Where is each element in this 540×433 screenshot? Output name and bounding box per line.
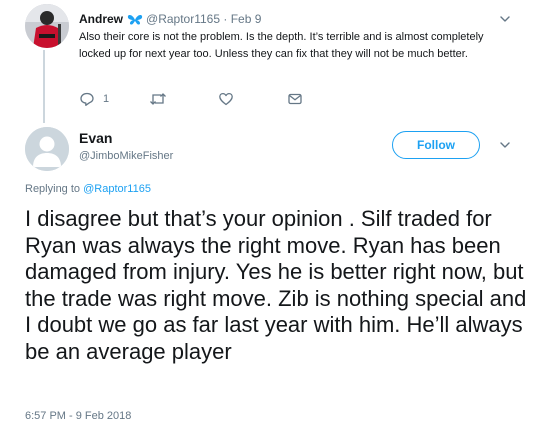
author-handle[interactable]: @JimboMikeFisher [79,150,173,162]
tweet-date[interactable]: Feb 9 [231,12,262,26]
author-handle[interactable]: @Raptor1165 [146,12,220,26]
avatar[interactable] [25,4,69,48]
parent-tweet-text: Also their core is not the problem. Is t… [79,31,484,60]
reply-icon [79,91,95,107]
avatar-photo-icon [25,4,69,48]
like-button[interactable] [218,91,287,107]
thread-connector-line [43,50,45,123]
author-name[interactable]: Evan [79,130,112,146]
replying-to-prefix: Replying to [25,183,81,195]
avatar[interactable] [25,127,69,171]
parent-tweet-header: Andrew @Raptor1165 · Feb 9 [79,12,261,28]
reply-button[interactable]: 1 [79,91,149,107]
main-tweet-text: I disagree but that’s your opinion . Sil… [25,206,527,364]
dm-icon [287,91,303,107]
default-avatar-icon [25,127,69,171]
tweet-timestamp[interactable]: 6:57 PM - 9 Feb 2018 [25,410,131,422]
author-name[interactable]: Andrew [79,12,123,26]
retweet-button[interactable] [149,91,218,107]
like-icon [218,91,234,107]
replying-to: Replying to @Raptor1165 [25,183,151,195]
retweet-icon [149,91,167,107]
butterfly-badge-icon [127,14,143,28]
parent-tweet-actions: 1 [79,90,303,108]
chevron-down-icon[interactable] [498,138,512,157]
follow-button[interactable]: Follow [392,131,480,159]
replying-to-handle-link[interactable]: @Raptor1165 [83,183,151,195]
reply-count: 1 [103,93,110,105]
direct-message-button[interactable] [287,91,303,107]
